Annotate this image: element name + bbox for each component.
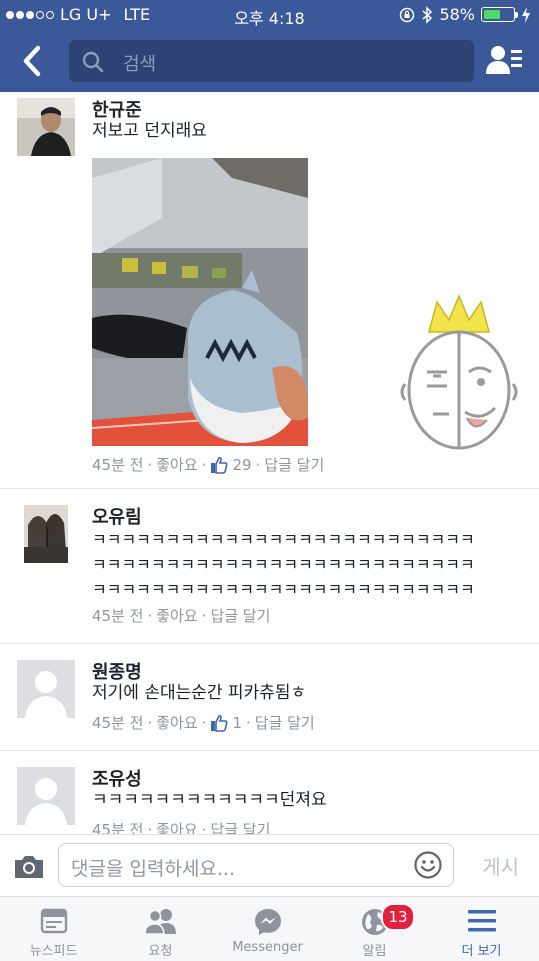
comment-text-line: ㅋㅋㅋㅋㅋㅋㅋㅋㅋㅋㅋㅋㅋㅋㅋㅋㅋㅋㅋㅋㅋㅋㅋㅋㅋㅋ (92, 580, 475, 599)
commenter-name[interactable]: 오유림 (92, 503, 142, 529)
like-link[interactable]: 좋아요 (156, 605, 197, 626)
battery-icon (481, 7, 518, 22)
comment-text: 저기에 손대는순간 피카츄됨ㅎ (92, 683, 307, 703)
tab-more[interactable]: 더 보기 (428, 897, 535, 961)
reply-link[interactable]: 답글 달기 (255, 712, 315, 733)
tab-label: 뉴스피드 (29, 944, 78, 959)
post-button[interactable]: 게시 (482, 851, 519, 880)
reply-link[interactable]: 답글 달기 (210, 605, 270, 626)
bottom-tab-bar: 뉴스피드 요청 Messenger 13 알림 더 보기 (0, 896, 539, 961)
notification-badge: 13 (381, 903, 415, 931)
menu-icon (467, 910, 496, 932)
comment-input[interactable]: 댓글을 입력하세요... (58, 843, 454, 887)
rotation-lock-icon (400, 7, 415, 22)
avatar[interactable] (17, 660, 75, 718)
like-thumb-icon (211, 456, 228, 474)
avatar[interactable] (17, 98, 75, 156)
avatar[interactable] (17, 767, 75, 825)
reply-link[interactable]: 답글 달기 (210, 819, 270, 834)
comment-item: 오유림 ㅋㅋㅋㅋㅋㅋㅋㅋㅋㅋㅋㅋㅋㅋㅋㅋㅋㅋㅋㅋㅋㅋㅋㅋㅋㅋ ㅋㅋㅋㅋㅋㅋㅋㅋㅋ… (0, 489, 539, 644)
messenger-icon (254, 909, 281, 935)
camera-icon[interactable] (12, 853, 46, 881)
comment-item: 조유성 ㅋㅋㅋㅋㅋㅋㅋㅋㅋㅋㅋㅋ던져요 45분 전 · 좋아요 · 답글 달기 (0, 751, 539, 834)
comment-photo[interactable] (92, 158, 308, 446)
comment-meta: 45분 전 · 좋아요 · 1 · 답글 달기 (92, 712, 315, 733)
battery-percent: 58% (439, 5, 475, 24)
tab-requests[interactable]: 요청 (107, 897, 214, 961)
comment-meta: 45분 전 · 좋아요 · 답글 달기 (92, 819, 270, 835)
tab-messenger[interactable]: Messenger (214, 897, 321, 961)
avatar[interactable] (24, 505, 68, 563)
friend-requests-icon (143, 909, 176, 935)
comment-meta: 45분 전 · 좋아요 · 29 · 답글 달기 (92, 454, 325, 475)
comment-time: 45분 전 (92, 714, 144, 732)
like-thumb-icon (211, 714, 228, 732)
tab-label: 더 보기 (461, 944, 502, 959)
newsfeed-icon (40, 908, 67, 934)
tab-label: 요청 (148, 944, 173, 959)
like-count: 1 (232, 713, 242, 732)
friends-list-icon[interactable] (485, 44, 523, 76)
tab-label: 알림 (362, 944, 387, 959)
like-link[interactable]: 좋아요 (156, 454, 197, 475)
watermark-mascot-icon (400, 294, 518, 450)
comment-item: 한규준 저보고 던지래요 45분 전 · 좋아요 · 29 · 답글 달기 (0, 92, 539, 489)
comment-text: 저보고 던지래요 (92, 121, 207, 141)
comment-time: 45분 전 (92, 607, 144, 625)
comment-time: 45분 전 (92, 456, 144, 474)
status-bar: LG U+ LTE 오후 4:18 58% (0, 0, 539, 30)
search-icon (82, 51, 104, 73)
comment-composer: 댓글을 입력하세요... 게시 (0, 834, 539, 897)
comment-input-placeholder: 댓글을 입력하세요... (71, 858, 235, 880)
comment-text: ㅋㅋㅋㅋㅋㅋㅋㅋㅋㅋㅋㅋ던져요 (92, 790, 327, 810)
back-arrow-icon[interactable] (16, 42, 50, 80)
comments-feed[interactable]: 한규준 저보고 던지래요 45분 전 · 좋아요 · 29 · 답글 달기 오유… (0, 92, 539, 834)
search-bar[interactable]: 검색 (69, 40, 474, 82)
reply-link[interactable]: 답글 달기 (264, 454, 324, 475)
comment-meta: 45분 전 · 좋아요 · 답글 달기 (92, 605, 271, 626)
tab-notifications[interactable]: 13 알림 (321, 897, 428, 961)
comment-time: 45분 전 (92, 821, 144, 834)
like-count: 29 (232, 455, 252, 474)
emoji-icon[interactable] (413, 850, 443, 880)
comment-item: 원종명 저기에 손대는순간 피카츄됨ㅎ 45분 전 · 좋아요 · 1 · 답글… (0, 644, 539, 751)
like-link[interactable]: 좋아요 (156, 712, 197, 733)
comment-text: ㅋㅋㅋㅋㅋㅋㅋㅋㅋㅋㅋㅋㅋㅋㅋㅋㅋㅋㅋㅋㅋㅋㅋㅋㅋㅋ ㅋㅋㅋㅋㅋㅋㅋㅋㅋㅋㅋㅋㅋ… (92, 527, 475, 602)
tab-newsfeed[interactable]: 뉴스피드 (0, 897, 107, 961)
charging-icon (522, 6, 530, 23)
status-right: 58% (399, 5, 531, 24)
bluetooth-icon (422, 5, 433, 24)
search-placeholder: 검색 (123, 54, 157, 75)
comment-text-line: ㅋㅋㅋㅋㅋㅋㅋㅋㅋㅋㅋㅋㅋㅋㅋㅋㅋㅋㅋㅋㅋㅋㅋㅋㅋㅋ (92, 530, 475, 549)
tab-label: Messenger (232, 940, 303, 955)
top-nav-bar: 검색 (0, 30, 539, 92)
comment-text-line: ㅋㅋㅋㅋㅋㅋㅋㅋㅋㅋㅋㅋㅋㅋㅋㅋㅋㅋㅋㅋㅋㅋㅋㅋㅋㅋ (92, 555, 475, 574)
like-link[interactable]: 좋아요 (156, 819, 197, 834)
